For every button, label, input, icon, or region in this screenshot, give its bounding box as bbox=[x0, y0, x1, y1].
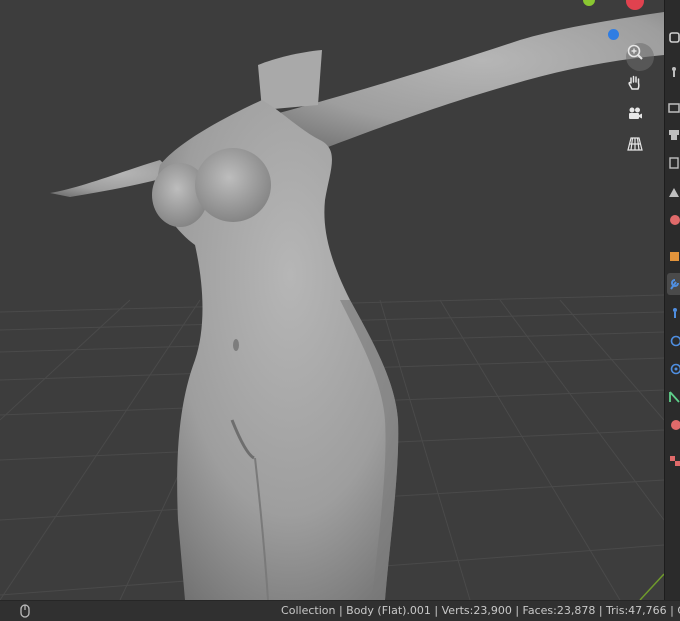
properties-tab-object[interactable] bbox=[667, 245, 680, 267]
render-icon bbox=[667, 101, 680, 115]
properties-tab-scene-top[interactable] bbox=[667, 26, 680, 48]
wrench-icon bbox=[667, 64, 680, 78]
zoom-icon bbox=[626, 43, 644, 61]
constraint-icon bbox=[667, 362, 680, 376]
properties-tab-output[interactable] bbox=[667, 124, 680, 146]
pan-button[interactable] bbox=[626, 74, 654, 102]
camera-view-button[interactable] bbox=[626, 105, 654, 133]
properties-tab-world[interactable] bbox=[667, 209, 680, 231]
properties-tab-data[interactable] bbox=[667, 386, 680, 408]
grid-icon bbox=[626, 135, 644, 153]
viewport-canvas bbox=[0, 0, 664, 600]
scene-icon bbox=[667, 30, 680, 44]
properties-tab-constraints[interactable] bbox=[667, 358, 680, 380]
object-icon bbox=[667, 249, 680, 263]
wrench-blue-icon bbox=[667, 277, 680, 291]
y-axis-line bbox=[640, 574, 664, 600]
world-icon bbox=[667, 213, 680, 227]
properties-tab-modifier[interactable] bbox=[667, 273, 680, 295]
checker-icon bbox=[667, 454, 680, 468]
hand-icon bbox=[626, 74, 644, 92]
particles-icon bbox=[667, 306, 680, 320]
3d-viewport[interactable] bbox=[0, 0, 664, 600]
material-icon bbox=[667, 418, 680, 432]
properties-tab-view-layer[interactable] bbox=[667, 152, 680, 174]
properties-tab-particles[interactable] bbox=[667, 302, 680, 324]
zoom-button[interactable] bbox=[626, 43, 654, 71]
scene-statistics: Collection | Body (Flat).001 | Verts:23,… bbox=[281, 601, 680, 621]
camera-icon bbox=[626, 105, 644, 123]
properties-tab-strip bbox=[664, 0, 680, 600]
properties-tab-tool[interactable] bbox=[667, 60, 680, 82]
mouse-icon bbox=[19, 604, 31, 618]
properties-tab-texture[interactable] bbox=[667, 450, 680, 472]
printer-icon bbox=[667, 128, 680, 142]
scene-icon bbox=[667, 185, 680, 199]
layers-icon bbox=[667, 156, 680, 170]
status-bar: Collection | Body (Flat).001 | Verts:23,… bbox=[0, 600, 680, 621]
properties-tab-scene[interactable] bbox=[667, 181, 680, 203]
mesh-data-icon bbox=[667, 390, 680, 404]
gizmo-z-axis-dot[interactable] bbox=[608, 29, 619, 40]
physics-icon bbox=[667, 334, 680, 348]
properties-tab-physics[interactable] bbox=[667, 330, 680, 352]
properties-tab-render[interactable] bbox=[667, 97, 680, 119]
perspective-toggle-button[interactable] bbox=[626, 135, 654, 163]
properties-tab-material[interactable] bbox=[667, 414, 680, 436]
